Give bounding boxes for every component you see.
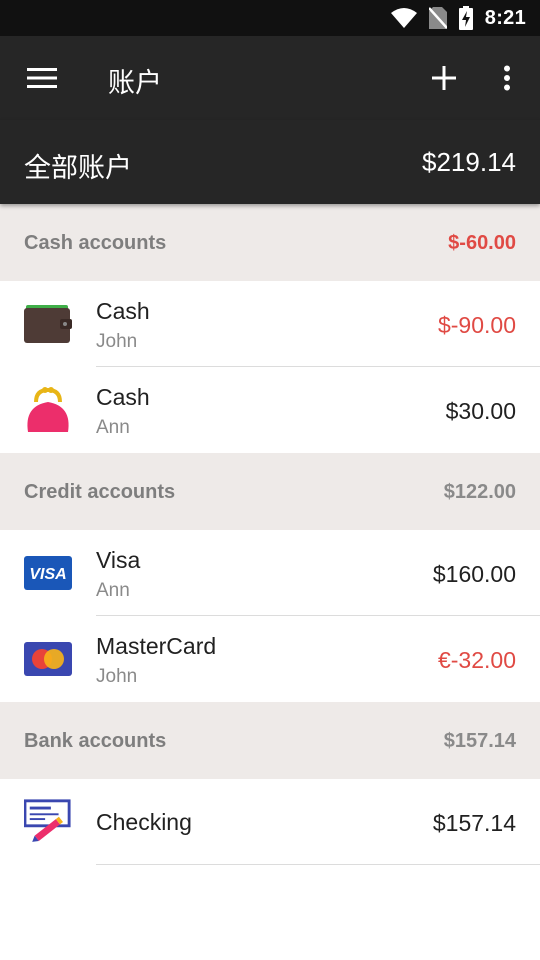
status-time: 8:21 bbox=[484, 6, 526, 29]
account-name: Visa bbox=[96, 547, 141, 573]
account-owner: Ann bbox=[96, 417, 130, 438]
app-bar: 账户 bbox=[0, 36, 540, 120]
divider bbox=[96, 864, 540, 865]
all-accounts-total: $219.14 bbox=[422, 147, 516, 177]
account-owner: John bbox=[96, 666, 138, 687]
group-total: $122.00 bbox=[443, 481, 516, 503]
status-bar: 8:21 bbox=[0, 0, 540, 36]
wifi-icon bbox=[390, 8, 417, 28]
group-title: Bank accounts bbox=[24, 730, 167, 752]
group-title: Credit accounts bbox=[24, 481, 176, 503]
all-accounts-label: 全部账户 bbox=[24, 153, 132, 183]
account-row-mastercard[interactable]: MasterCard John €-32.00 bbox=[0, 616, 540, 702]
account-row-checking[interactable]: Checking $157.14 bbox=[0, 779, 540, 865]
account-balance: $-90.00 bbox=[437, 312, 516, 338]
group-header-cash: Cash accounts $-60.00 bbox=[0, 204, 540, 281]
no-sim-icon bbox=[428, 7, 447, 29]
account-balance: $30.00 bbox=[445, 398, 516, 424]
account-owner: Ann bbox=[96, 580, 130, 601]
page-title: 账户 bbox=[108, 68, 162, 98]
add-account-button[interactable] bbox=[424, 58, 464, 98]
group-header-bank: Bank accounts $157.14 bbox=[0, 702, 540, 779]
account-balance: $160.00 bbox=[432, 561, 516, 587]
account-row-cash-john[interactable]: Cash John $-90.00 bbox=[0, 281, 540, 367]
battery-charging-icon bbox=[458, 6, 473, 30]
account-name: Cash bbox=[96, 298, 150, 324]
account-balance: €-32.00 bbox=[437, 647, 516, 673]
account-name: Checking bbox=[96, 809, 192, 835]
more-options-button[interactable] bbox=[490, 58, 524, 98]
account-row-visa[interactable]: VISA Visa Ann $160.00 bbox=[0, 530, 540, 616]
account-name: MasterCard bbox=[96, 633, 217, 659]
wallet-icon bbox=[24, 302, 72, 346]
group-title: Cash accounts bbox=[24, 232, 167, 254]
all-accounts-summary: 全部账户 $219.14 bbox=[0, 120, 540, 204]
mastercard-icon bbox=[24, 637, 72, 681]
coin-purse-icon bbox=[24, 387, 72, 432]
account-owner: John bbox=[96, 331, 138, 352]
accounts-list: Cash accounts $-60.00 Cash John $-90.00 … bbox=[0, 204, 540, 865]
cheque-icon bbox=[24, 799, 72, 843]
plus-icon bbox=[432, 66, 456, 90]
account-name: Cash bbox=[96, 384, 150, 410]
group-header-credit: Credit accounts $122.00 bbox=[0, 453, 540, 530]
more-vert-icon bbox=[504, 65, 510, 91]
visa-card-label: VISA bbox=[29, 566, 66, 583]
hamburger-menu-icon bbox=[27, 68, 57, 88]
group-total: $157.14 bbox=[443, 730, 516, 752]
visa-card-icon: VISA bbox=[24, 551, 72, 595]
menu-button[interactable] bbox=[22, 60, 62, 96]
group-total: $-60.00 bbox=[448, 232, 516, 254]
account-row-cash-ann[interactable]: Cash Ann $30.00 bbox=[0, 367, 540, 453]
account-balance: $157.14 bbox=[432, 810, 516, 836]
